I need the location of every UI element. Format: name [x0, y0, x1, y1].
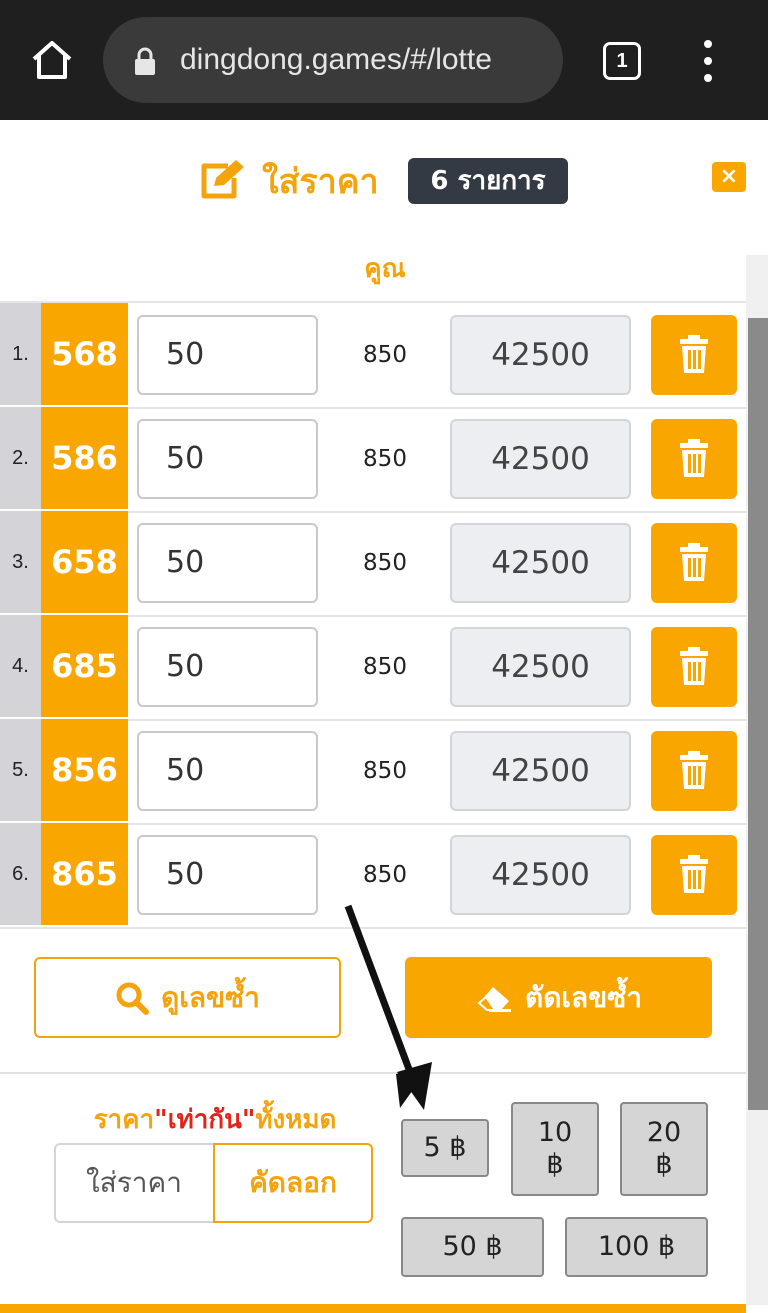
delete-button[interactable]: [651, 627, 737, 707]
payout-rate: 850: [363, 758, 407, 784]
trash-icon: [680, 855, 708, 893]
column-header-multiplier: คูณ: [364, 254, 406, 284]
lock-icon: [135, 47, 155, 75]
payout-rate: 850: [363, 654, 407, 680]
chip-50-baht[interactable]: 50 ฿: [401, 1217, 544, 1277]
amount-input[interactable]: 50: [137, 523, 318, 603]
table-row: 3. 658 50 850 42500: [0, 511, 746, 617]
delete-button[interactable]: [651, 315, 737, 395]
lottery-number: 658: [41, 511, 128, 613]
lottery-number: 586: [41, 407, 128, 509]
lottery-number: 568: [41, 303, 128, 405]
modal-title: ใส่ราคา: [262, 162, 379, 202]
view-duplicates-label: ดูเลขซ้ำ: [161, 980, 260, 1014]
amount-input[interactable]: 50: [137, 419, 318, 499]
payout-rate: 850: [363, 550, 407, 576]
amount-input[interactable]: 50: [137, 315, 318, 395]
amount-input[interactable]: 50: [137, 731, 318, 811]
url-text[interactable]: dingdong.games/#/lotte: [180, 38, 548, 82]
section-divider: [0, 1072, 746, 1074]
table-row: 1. 568 50 850 42500: [0, 303, 746, 409]
item-count-badge: 6 รายการ: [408, 158, 568, 204]
row-index: 1.: [0, 303, 41, 405]
trash-icon: [680, 543, 708, 581]
delete-button[interactable]: [651, 419, 737, 499]
amount-input[interactable]: 50: [137, 627, 318, 707]
row-index: 2.: [0, 407, 41, 509]
win-amount: 42500: [450, 315, 631, 395]
table-row: 6. 865 50 850 42500: [0, 823, 746, 929]
payout-rate: 850: [363, 342, 407, 368]
win-amount: 42500: [450, 731, 631, 811]
home-icon[interactable]: [30, 38, 74, 82]
bottom-bar: [0, 1304, 746, 1313]
win-amount: 42500: [450, 627, 631, 707]
trash-icon: [680, 439, 708, 477]
row-index: 4.: [0, 615, 41, 717]
payout-rate: 850: [363, 862, 407, 888]
same-price-label-quoted: "เท่ากัน": [154, 1105, 256, 1135]
bet-list: 1. 568 50 850 42500 2. 586 50 850 42500 …: [0, 301, 746, 929]
payout-rate: 850: [363, 446, 407, 472]
delete-button[interactable]: [651, 523, 737, 603]
row-index: 5.: [0, 719, 41, 821]
cut-duplicates-button[interactable]: ตัดเลขซ้ำ: [405, 957, 712, 1038]
win-amount: 42500: [450, 523, 631, 603]
same-price-input[interactable]: ใส่ราคา: [54, 1143, 214, 1223]
trash-icon: [680, 751, 708, 789]
chip-100-baht[interactable]: 100 ฿: [565, 1217, 708, 1277]
tab-switcher-button[interactable]: 1: [603, 42, 641, 80]
same-price-label-prefix: ราคา: [93, 1105, 155, 1135]
lottery-number: 685: [41, 615, 128, 717]
delete-button[interactable]: [651, 835, 737, 915]
search-icon: [116, 982, 150, 1015]
table-row: 2. 586 50 850 42500: [0, 407, 746, 513]
lottery-number: 865: [41, 823, 128, 925]
amount-input[interactable]: 50: [137, 835, 318, 915]
same-price-label-suffix: ทั้งหมด: [255, 1105, 337, 1135]
delete-button[interactable]: [651, 731, 737, 811]
chip-20-baht[interactable]: 20 ฿: [620, 1102, 708, 1196]
win-amount: 42500: [450, 419, 631, 499]
chip-5-baht[interactable]: 5 ฿: [401, 1119, 489, 1177]
more-vert-icon[interactable]: [700, 40, 716, 82]
view-duplicates-button[interactable]: ดูเลขซ้ำ: [34, 957, 341, 1038]
edit-icon: [201, 160, 244, 199]
row-index: 3.: [0, 511, 41, 613]
table-row: 4. 685 50 850 42500: [0, 615, 746, 721]
lottery-number: 856: [41, 719, 128, 821]
trash-icon: [680, 647, 708, 685]
copy-price-button[interactable]: คัดลอก: [213, 1143, 373, 1223]
win-amount: 42500: [450, 835, 631, 915]
table-row: 5. 856 50 850 42500: [0, 719, 746, 825]
trash-icon: [680, 335, 708, 373]
same-price-label: ราคา"เท่ากัน"ทั้งหมด: [60, 1100, 370, 1140]
chip-10-baht[interactable]: 10 ฿: [511, 1102, 599, 1196]
eraser-icon: [477, 986, 512, 1012]
cut-duplicates-label: ตัดเลขซ้ำ: [525, 980, 642, 1014]
scrollbar-thumb[interactable]: [748, 318, 768, 1110]
row-index: 6.: [0, 823, 41, 925]
close-icon[interactable]: ×: [712, 162, 746, 192]
